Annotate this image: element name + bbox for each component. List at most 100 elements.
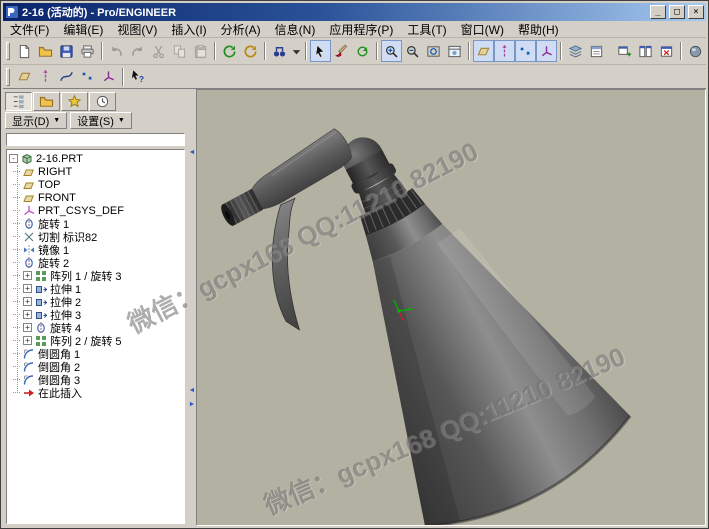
print-button[interactable]: [77, 40, 98, 62]
tree-item-7[interactable]: 镜像 1: [9, 243, 184, 256]
tree-item-12[interactable]: +拉伸 3: [9, 308, 184, 321]
menu-tools[interactable]: 工具(T): [400, 20, 453, 39]
round-icon: [23, 348, 35, 360]
toolbar-drag-handle[interactable]: [6, 68, 10, 86]
regenerate-button[interactable]: [219, 40, 240, 62]
datum-points-button[interactable]: [515, 40, 536, 62]
model-tree[interactable]: -2-16.PRTRIGHTTOPFRONTPRT_CSYS_DEF旋转 1切割…: [6, 149, 185, 524]
datum-planes-button[interactable]: [473, 40, 494, 62]
bottle-body[interactable]: [305, 187, 642, 525]
tree-item-14[interactable]: +阵列 2 / 旋转 5: [9, 334, 184, 347]
tree-item-root[interactable]: -2-16.PRT: [9, 152, 184, 165]
minimize-button[interactable]: _: [650, 5, 666, 19]
maximize-button[interactable]: □: [669, 5, 685, 19]
wintile-icon: [638, 44, 653, 59]
settings-dropdown-button[interactable]: 设置(S) ▼: [70, 112, 132, 129]
spray-bottle-model[interactable]: [212, 90, 642, 525]
spray-head[interactable]: [244, 126, 357, 212]
zoom-out-button[interactable]: [402, 40, 423, 62]
paste-button[interactable]: [190, 40, 211, 62]
collapse-left-icon[interactable]: ◄: [189, 387, 196, 395]
panel-sash[interactable]: ◄ ◄ ►: [188, 89, 196, 526]
layers-button[interactable]: [565, 40, 586, 62]
context-help-button[interactable]: ?: [127, 66, 148, 88]
tree-item-9[interactable]: +阵列 1 / 旋转 3: [9, 269, 184, 282]
datum-csys-button[interactable]: [536, 40, 557, 62]
expand-toggle[interactable]: +: [23, 284, 32, 293]
spin-center-button[interactable]: [352, 40, 373, 62]
search-button[interactable]: [269, 40, 290, 62]
tree-item-11[interactable]: +拉伸 2: [9, 295, 184, 308]
select-icon: [313, 44, 328, 59]
expand-toggle[interactable]: +: [23, 297, 32, 306]
cut-button[interactable]: [148, 40, 169, 62]
menu-view[interactable]: 视图(V): [110, 20, 164, 39]
redo-button[interactable]: [127, 40, 148, 62]
tree-filter-field[interactable]: [6, 133, 185, 146]
copy-button[interactable]: [169, 40, 190, 62]
nav-model-tree-tab[interactable]: [5, 92, 32, 111]
search-options-button[interactable]: [290, 40, 302, 62]
new-file-button[interactable]: [14, 40, 35, 62]
nav-history-tab[interactable]: [89, 92, 116, 111]
close-window-button[interactable]: [656, 40, 677, 62]
close-button[interactable]: ×: [688, 5, 704, 19]
tree-item-15[interactable]: 倒圆角 1: [9, 347, 184, 360]
expand-toggle[interactable]: -: [9, 154, 18, 163]
tree-item-16[interactable]: 倒圆角 2: [9, 360, 184, 373]
open-file-button[interactable]: [35, 40, 56, 62]
tree-toolbar: 显示(D) ▼ 设置(S) ▼: [3, 111, 188, 131]
collapse-right-icon[interactable]: ►: [189, 401, 196, 409]
menu-edit[interactable]: 编辑(E): [56, 20, 110, 39]
viewport-canvas[interactable]: [197, 90, 705, 525]
expand-toggle[interactable]: +: [23, 323, 32, 332]
tree-item-6[interactable]: 切割 标识82: [9, 230, 184, 243]
regenerate-auto-button[interactable]: [240, 40, 261, 62]
nav-folder-browser-tab[interactable]: [33, 92, 60, 111]
expand-toggle[interactable]: +: [23, 310, 32, 319]
menu-help[interactable]: 帮助(H): [511, 20, 566, 39]
tree-item-4[interactable]: PRT_CSYS_DEF: [9, 204, 184, 217]
tree-item-2[interactable]: TOP: [9, 178, 184, 191]
trigger[interactable]: [237, 197, 350, 333]
tree-item-18[interactable]: 在此插入: [9, 386, 184, 399]
menu-applications[interactable]: 应用程序(P): [322, 20, 400, 39]
datum-csys-tool-button[interactable]: [98, 66, 119, 88]
collapse-left-icon[interactable]: ◄: [189, 149, 196, 157]
refit-button[interactable]: [423, 40, 444, 62]
nav-favorites-tab[interactable]: [61, 92, 88, 111]
expand-toggle[interactable]: +: [23, 336, 32, 345]
menu-info[interactable]: 信息(N): [268, 20, 323, 39]
tree-item-10[interactable]: +拉伸 1: [9, 282, 184, 295]
repaint-button[interactable]: [331, 40, 352, 62]
saved-views-button[interactable]: [444, 40, 465, 62]
menu-file[interactable]: 文件(F): [3, 20, 56, 39]
model-display-button[interactable]: [685, 40, 706, 62]
tree-item-17[interactable]: 倒圆角 3: [9, 373, 184, 386]
menu-window[interactable]: 窗口(W): [454, 20, 511, 39]
tree-connector-stub: [13, 236, 20, 237]
menu-analysis[interactable]: 分析(A): [214, 20, 268, 39]
datum-plane-tool-button[interactable]: [14, 66, 35, 88]
axis-icon: [38, 69, 53, 84]
tile-windows-button[interactable]: [635, 40, 656, 62]
select-button[interactable]: [310, 40, 331, 62]
toolbar-drag-handle[interactable]: [6, 42, 10, 60]
datum-axes-button[interactable]: [494, 40, 515, 62]
zoom-in-button[interactable]: [381, 40, 402, 62]
datum-curve-tool-button[interactable]: [56, 66, 77, 88]
svg-text:?: ?: [139, 74, 144, 84]
new-window-button[interactable]: [614, 40, 635, 62]
datum-point-tool-button[interactable]: [77, 66, 98, 88]
graphics-viewport[interactable]: [196, 89, 706, 526]
undo-button[interactable]: [106, 40, 127, 62]
tree-item-label: 在此插入: [38, 385, 82, 401]
expand-toggle[interactable]: +: [23, 271, 32, 280]
menu-insert[interactable]: 插入(I): [164, 20, 213, 39]
tree-item-1[interactable]: RIGHT: [9, 165, 184, 178]
view-manager-button[interactable]: [586, 40, 607, 62]
show-dropdown-button[interactable]: 显示(D) ▼: [5, 112, 67, 129]
datum-axis-tool-button[interactable]: [35, 66, 56, 88]
save-file-button[interactable]: [56, 40, 77, 62]
tree-item-3[interactable]: FRONT: [9, 191, 184, 204]
